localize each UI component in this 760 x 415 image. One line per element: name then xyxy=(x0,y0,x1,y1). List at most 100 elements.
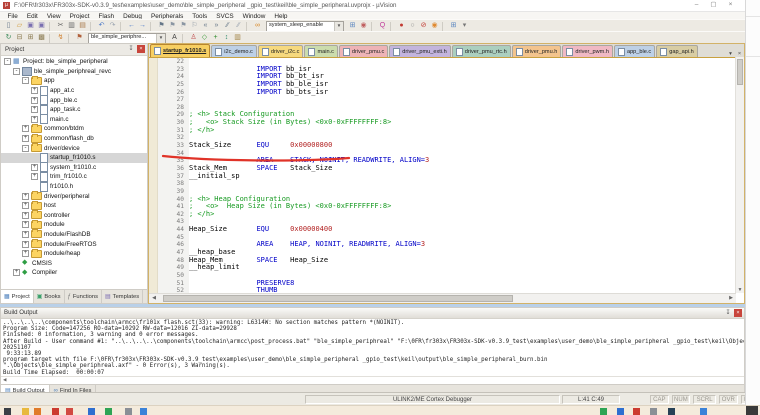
pin-icon[interactable]: ↧ xyxy=(127,45,135,53)
collapse-icon[interactable]: - xyxy=(22,77,29,84)
tree-item-fr1010-h[interactable]: fr1010.h xyxy=(1,182,147,192)
expand-icon[interactable]: + xyxy=(13,269,20,276)
tab-project[interactable]: ▦Project xyxy=(1,290,34,303)
new-file-icon[interactable]: ▯ xyxy=(3,21,14,31)
tree-item-app[interactable]: -app xyxy=(1,76,147,86)
expand-icon[interactable]: + xyxy=(22,212,29,219)
taskbar-app-green-icon[interactable] xyxy=(105,408,112,415)
vscrollbar-thumb[interactable] xyxy=(737,59,743,85)
undo-icon[interactable]: ↶ xyxy=(96,21,107,31)
tree-item-app-ble-c[interactable]: +app_ble.c xyxy=(1,95,147,105)
scroll-right-icon[interactable]: ▶ xyxy=(727,295,735,302)
target-flag-icon[interactable]: ⚑ xyxy=(74,33,85,43)
uncomment-icon[interactable]: ∕∕ xyxy=(233,21,244,31)
expand-icon[interactable]: + xyxy=(31,97,38,104)
config-wizard-combo[interactable]: system_sleep_enable ▼ xyxy=(266,21,344,32)
collapse-icon[interactable]: - xyxy=(13,68,20,75)
kill-breakpoints-icon[interactable]: ⊘ xyxy=(418,21,429,31)
tray-blue2-icon[interactable] xyxy=(700,408,707,415)
file-tab-gap-api-h[interactable]: gap_api.h xyxy=(656,45,698,57)
rebuild-icon[interactable]: ⊞ xyxy=(25,33,36,43)
expand-icon[interactable]: + xyxy=(31,164,38,171)
editor-vscrollbar[interactable]: ▼ xyxy=(735,57,744,293)
file-tab-driver-i2c-c[interactable]: driver_i2c.c xyxy=(258,45,304,57)
expand-icon[interactable]: + xyxy=(31,116,38,123)
back-icon[interactable]: ← xyxy=(126,21,137,31)
taskbar-app-red2-icon[interactable] xyxy=(66,408,73,415)
tree-item-common-flash-db[interactable]: +common/flash_db xyxy=(1,134,147,144)
tree-item-compiler[interactable]: +◆Compiler xyxy=(1,268,147,278)
tree-item-host[interactable]: +host xyxy=(1,201,147,211)
tray-green-icon[interactable] xyxy=(600,408,607,415)
expand-icon[interactable]: + xyxy=(22,231,29,238)
tray-red-icon[interactable] xyxy=(633,408,640,415)
find-in-files-icon[interactable]: ∞ xyxy=(252,21,263,31)
sync-windows-icon[interactable]: ↕ xyxy=(221,33,232,43)
expand-icon[interactable]: + xyxy=(22,241,29,248)
tree-item-trim-fr1010-c[interactable]: +trim_fr1010.c xyxy=(1,172,147,182)
tree-item-main-c[interactable]: +main.c xyxy=(1,115,147,125)
expand-icon[interactable]: + xyxy=(22,135,29,142)
file-tab-driver-pwm-h[interactable]: driver_pwm.h xyxy=(562,45,613,57)
bookmark-prev-icon[interactable]: ⚑ xyxy=(167,21,178,31)
quick-search-icon[interactable]: Q xyxy=(377,21,388,31)
collapse-icon[interactable]: - xyxy=(22,145,29,152)
tree-item-driver-device[interactable]: -driver/device xyxy=(1,143,147,153)
forward-icon[interactable]: → xyxy=(137,21,148,31)
find-next-icon[interactable]: ⊞ xyxy=(347,21,358,31)
file-tab-driver-pmu-exti-h[interactable]: driver_pmu_exti.h xyxy=(389,45,450,57)
bookmark-next-icon[interactable]: ⚑ xyxy=(178,21,189,31)
paste-icon[interactable]: ▤ xyxy=(77,21,88,31)
tree-item-module-heap[interactable]: +module/heap xyxy=(1,249,147,259)
chevron-down-icon[interactable]: ▼ xyxy=(334,22,343,31)
indent-icon[interactable]: » xyxy=(211,21,222,31)
tree-item-app-task-c[interactable]: +app_task.c xyxy=(1,105,147,115)
code-editor[interactable]: 2223 IMPORT bb_isr24 IMPORT bb_bt_isr25 … xyxy=(149,58,744,296)
tray-dark-icon[interactable] xyxy=(668,408,675,415)
expand-icon[interactable]: + xyxy=(31,87,38,94)
save-icon[interactable]: ▣ xyxy=(25,21,36,31)
disable-breakpoint-icon[interactable]: ○ xyxy=(407,21,418,31)
tab-templates[interactable]: ▤Templates xyxy=(102,290,143,303)
tray-gray-icon[interactable] xyxy=(650,408,657,415)
taskbar-dark-icon[interactable] xyxy=(746,406,758,415)
tree-item-controller[interactable]: +controller xyxy=(1,211,147,221)
collapse-icon[interactable]: - xyxy=(4,58,11,65)
project-items-icon[interactable]: ▥ xyxy=(232,33,243,43)
windows-list-icon[interactable]: ⊞ xyxy=(448,21,459,31)
tree-item-module-flashdb[interactable]: +module/FlashDB xyxy=(1,230,147,240)
tree-item-common-btdm[interactable]: +common/btdm xyxy=(1,124,147,134)
tab-list-icon[interactable]: ▾ xyxy=(726,51,735,57)
manage-rte-icon[interactable]: ♙ xyxy=(188,33,199,43)
expand-icon[interactable]: + xyxy=(31,173,38,180)
taskbar-folder-icon[interactable] xyxy=(22,408,29,415)
tray-blue-icon[interactable] xyxy=(617,408,624,415)
file-tab-startup-fr1010-s[interactable]: startup_fr1010.s xyxy=(150,44,210,57)
tree-item-module-freertos[interactable]: +module/FreeRTOS xyxy=(1,239,147,249)
scroll-down-icon[interactable]: ▼ xyxy=(736,287,744,293)
expand-icon[interactable]: + xyxy=(22,193,29,200)
taskbar-app-orange-icon[interactable] xyxy=(34,408,41,415)
hscrollbar-thumb[interactable] xyxy=(163,295,513,302)
tree-item-ble-simple-periphreal-revc[interactable]: -ble_simple_periphreal_revc xyxy=(1,67,147,77)
open-file-icon[interactable]: ▱ xyxy=(14,21,25,31)
scroll-left-icon[interactable]: ◀ xyxy=(150,295,158,302)
enable-breakpoints-icon[interactable]: ◉ xyxy=(429,21,440,31)
file-tab-main-c[interactable]: main.c xyxy=(304,45,337,57)
tree-item-cmsis[interactable]: ◆CMSIS xyxy=(1,258,147,268)
debug-session-icon[interactable]: ◉ xyxy=(358,21,369,31)
maximize-button[interactable]: ▢ xyxy=(705,0,722,10)
bookmark-icon[interactable]: ⚑ xyxy=(156,21,167,31)
tab-functions[interactable]: ƒFunctions xyxy=(65,290,102,303)
tree-item-startup-fr1010-s[interactable]: startup_fr1010.s xyxy=(1,153,147,163)
expand-icon[interactable]: + xyxy=(22,125,29,132)
file-tab-driver-pmu-h[interactable]: driver_pmu.h xyxy=(512,45,562,57)
tree-item-system-fr1010-c[interactable]: +system_fr1010.c xyxy=(1,163,147,173)
close-button[interactable]: × xyxy=(722,0,739,10)
copy-icon[interactable]: ▥ xyxy=(66,21,77,31)
chevron-down-icon[interactable]: ▼ xyxy=(156,34,165,43)
build-icon[interactable]: ⊟ xyxy=(14,33,25,43)
unindent-icon[interactable]: « xyxy=(200,21,211,31)
build-output-hscrollbar[interactable]: ◀ xyxy=(1,376,744,384)
translate-icon[interactable]: ↻ xyxy=(3,33,14,43)
